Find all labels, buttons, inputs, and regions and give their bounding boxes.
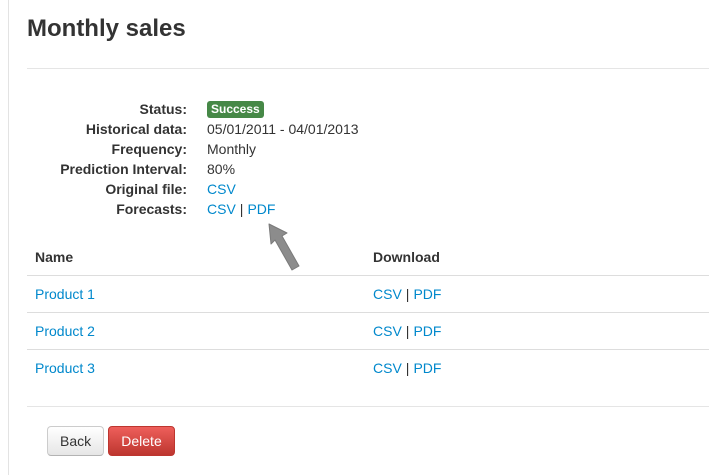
forecasts-label: Forecasts:: [116, 201, 187, 217]
prediction-interval-label: Prediction Interval:: [60, 161, 187, 177]
table-header-row: Name Download: [27, 238, 709, 276]
product-cell: Product 1: [27, 275, 365, 313]
back-button[interactable]: Back: [47, 426, 104, 456]
historical-value: 05/01/2011 - 04/01/2013: [207, 121, 359, 137]
original-file-value: CSV: [207, 179, 236, 199]
column-header-download: Download: [373, 248, 440, 265]
product-csv-link[interactable]: CSV: [373, 323, 402, 339]
detail-row-forecasts: Forecasts: CSV | PDF: [0, 199, 716, 219]
left-border: [8, 0, 9, 475]
status-value: Success: [207, 99, 264, 119]
link-separator: |: [405, 360, 410, 376]
prediction-interval-value: 80%: [207, 161, 236, 177]
product-pdf-link[interactable]: PDF: [413, 323, 441, 339]
table-row: Product 3 CSV | PDF: [27, 349, 709, 386]
frequency-value: Monthly: [207, 141, 257, 157]
table-row: Product 2 CSV | PDF: [27, 312, 709, 350]
download-cell: CSV | PDF: [365, 275, 709, 313]
original-file-label: Original file:: [105, 181, 187, 197]
original-file-csv-link[interactable]: CSV: [207, 181, 236, 197]
product-pdf-link[interactable]: PDF: [413, 286, 441, 302]
detail-row-prediction-interval: Prediction Interval: 80%: [0, 159, 716, 179]
link-separator: |: [405, 286, 410, 302]
historical-label: Historical data:: [85, 121, 187, 137]
product-link[interactable]: Product 1: [35, 286, 95, 302]
forecasts-csv-link[interactable]: CSV: [207, 201, 236, 217]
status-badge: Success: [207, 101, 264, 118]
product-link[interactable]: Product 3: [35, 360, 95, 376]
link-separator: |: [405, 323, 410, 339]
frequency-label: Frequency:: [111, 141, 187, 157]
divider: [27, 406, 709, 407]
product-link[interactable]: Product 2: [35, 323, 95, 339]
product-cell: Product 2: [27, 312, 365, 350]
products-table: Name Download Product 1 CSV | PDF Product …: [27, 238, 709, 386]
detail-row-frequency: Frequency: Monthly: [0, 139, 716, 159]
detail-row-historical: Historical data: 05/01/2011 - 04/01/2013: [0, 119, 716, 139]
download-cell: CSV | PDF: [365, 349, 709, 386]
download-cell: CSV | PDF: [365, 312, 709, 350]
divider: [27, 68, 709, 69]
product-csv-link[interactable]: CSV: [373, 360, 402, 376]
detail-row-status: Status: Success: [0, 99, 716, 119]
status-label: Status:: [139, 101, 187, 117]
product-pdf-link[interactable]: PDF: [413, 360, 441, 376]
product-csv-link[interactable]: CSV: [373, 286, 402, 302]
details-panel: Status: Success Historical data: 05/01/2…: [0, 99, 716, 219]
page-title: Monthly sales: [27, 15, 186, 42]
detail-row-original-file: Original file: CSV: [0, 179, 716, 199]
table-row: Product 1 CSV | PDF: [27, 275, 709, 313]
product-cell: Product 3: [27, 349, 365, 386]
column-header-name: Name: [35, 248, 74, 265]
delete-button[interactable]: Delete: [108, 426, 175, 456]
forecasts-pdf-link[interactable]: PDF: [247, 201, 275, 217]
link-separator: |: [239, 201, 244, 217]
